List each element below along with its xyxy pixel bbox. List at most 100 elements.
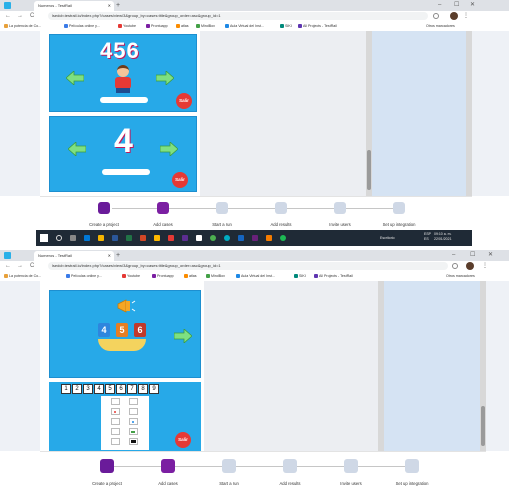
url-field[interactable]: lsedcb.testrail.io/index.php?/cases/view… — [48, 12, 428, 20]
avatar[interactable] — [466, 262, 474, 270]
taskbar-user[interactable]: Escritorio — [380, 236, 395, 240]
new-tab-button[interactable]: + — [116, 251, 120, 260]
close-window-button[interactable]: ✕ — [488, 251, 493, 260]
menu-icon[interactable]: ⋮ — [482, 262, 488, 270]
arrow-left-icon[interactable] — [65, 70, 85, 86]
step-label[interactable]: Set up integration — [374, 222, 424, 227]
word-icon[interactable] — [112, 235, 118, 241]
number-key[interactable]: 2 — [72, 384, 82, 394]
bookmark-item[interactable]: Prontuapp — [146, 23, 168, 30]
step-label[interactable]: Add cases — [143, 481, 193, 486]
number-key[interactable]: 1 — [61, 384, 71, 394]
bookmark-item[interactable]: MindBox — [206, 273, 225, 280]
maximize-button[interactable]: ☐ — [470, 251, 475, 260]
run-icon[interactable] — [222, 459, 236, 473]
exit-button[interactable]: Salir — [175, 432, 191, 448]
menu-icon[interactable]: ⋮ — [463, 12, 469, 20]
search-icon[interactable] — [56, 235, 62, 241]
integration-icon[interactable] — [405, 459, 419, 473]
extension-icon[interactable] — [433, 13, 439, 19]
run-icon[interactable] — [216, 202, 228, 214]
minimize-button[interactable]: – — [438, 1, 441, 10]
integration-icon[interactable] — [393, 202, 405, 214]
extension-icon[interactable] — [452, 263, 458, 269]
url-field[interactable]: lsedcb.testrail.io/index.php?/cases/view… — [48, 262, 448, 270]
browser-tab[interactable]: Numeros - TestRail ✕ — [34, 251, 114, 261]
video-controls[interactable] — [102, 169, 150, 175]
number-key[interactable]: 3 — [83, 384, 93, 394]
arrow-right-icon[interactable] — [159, 141, 179, 157]
maximize-button[interactable]: ☐ — [454, 1, 459, 10]
results-icon[interactable] — [275, 202, 287, 214]
bookmark-item[interactable]: Prontuapp — [152, 273, 174, 280]
arrow-left-icon[interactable] — [67, 141, 87, 157]
step-label[interactable]: Set up integration — [387, 481, 437, 486]
windows-start-icon[interactable] — [40, 234, 48, 242]
exit-button[interactable]: Salir — [176, 93, 192, 109]
step-label[interactable]: Add cases — [138, 222, 188, 227]
page-scrollbar[interactable] — [466, 31, 472, 196]
arrow-right-icon[interactable] — [173, 328, 193, 344]
number-key[interactable]: 5 — [105, 384, 115, 394]
app-icon[interactable] — [266, 235, 272, 241]
results-icon[interactable] — [283, 459, 297, 473]
app-icon[interactable] — [168, 235, 174, 241]
arrow-right-icon[interactable] — [155, 70, 175, 86]
number-card[interactable]: 5 — [116, 323, 128, 337]
video-controls[interactable] — [100, 97, 148, 103]
bookmark-item[interactable]: Películas online y... — [64, 23, 100, 30]
edge-icon[interactable] — [84, 235, 90, 241]
tab-close-icon[interactable]: ✕ — [108, 1, 111, 11]
reload-button[interactable]: C — [30, 262, 34, 271]
scroll-thumb[interactable] — [367, 150, 371, 190]
other-bookmarks[interactable]: Otros marcadores — [426, 23, 455, 30]
step-label[interactable]: Invite users — [315, 222, 365, 227]
vscode-icon[interactable] — [252, 235, 258, 241]
bookmark-item[interactable]: Youtube — [122, 273, 140, 280]
bookmark-item[interactable]: Aula Virtual del Inst... — [225, 23, 264, 30]
cases-icon[interactable] — [161, 459, 175, 473]
number-key[interactable]: 7 — [127, 384, 137, 394]
bookmark-item[interactable]: MindBox — [196, 23, 215, 30]
app-icon[interactable] — [224, 235, 230, 241]
step-label[interactable]: Add results — [265, 481, 315, 486]
bookmark-item[interactable]: La potencia de Co... — [4, 23, 41, 30]
forward-button[interactable]: → — [17, 12, 23, 21]
tab-close-icon[interactable]: ✕ — [108, 251, 111, 261]
project-icon[interactable] — [100, 459, 114, 473]
exit-button[interactable]: Salir — [172, 172, 188, 188]
new-tab-button[interactable]: + — [116, 1, 120, 10]
step-label[interactable]: Create a project — [79, 222, 129, 227]
back-button[interactable]: ← — [5, 12, 11, 21]
task-view-icon[interactable] — [70, 235, 76, 241]
minimize-button[interactable]: – — [452, 251, 455, 260]
number-key[interactable]: 4 — [94, 384, 104, 394]
app-icon[interactable] — [238, 235, 244, 241]
users-icon[interactable] — [334, 202, 346, 214]
number-card[interactable]: 6 — [134, 323, 146, 337]
cases-icon[interactable] — [157, 202, 169, 214]
browser-tab[interactable]: Numeros - TestRail ✕ — [34, 1, 114, 11]
back-button[interactable]: ← — [5, 262, 11, 271]
avatar[interactable] — [450, 12, 458, 20]
app-icon[interactable] — [182, 235, 188, 241]
forward-button[interactable]: → — [17, 262, 23, 271]
app-icon[interactable] — [196, 235, 202, 241]
bookmark-item[interactable]: All Projects - TestRail — [314, 273, 353, 280]
chrome-icon[interactable] — [210, 235, 216, 241]
bookmark-item[interactable]: atlas — [176, 23, 189, 30]
bookmark-item[interactable]: Youtube — [118, 23, 136, 30]
bookmark-item[interactable]: All Projects - TestRail — [298, 23, 337, 30]
explorer-icon[interactable] — [98, 235, 104, 241]
app-icon[interactable] — [154, 235, 160, 241]
language[interactable]: ESP — [424, 232, 431, 236]
number-key[interactable]: 8 — [138, 384, 148, 394]
bookmark-item[interactable]: Aula Virtual del Inst... — [236, 273, 275, 280]
step-label[interactable]: Start a run — [204, 481, 254, 486]
powerpoint-icon[interactable] — [140, 235, 146, 241]
other-bookmarks[interactable]: Otros marcadores — [446, 273, 475, 280]
excel-icon[interactable] — [126, 235, 132, 241]
bookmark-item[interactable]: atlas — [184, 273, 197, 280]
project-icon[interactable] — [98, 202, 110, 214]
step-label[interactable]: Create a project — [82, 481, 132, 486]
